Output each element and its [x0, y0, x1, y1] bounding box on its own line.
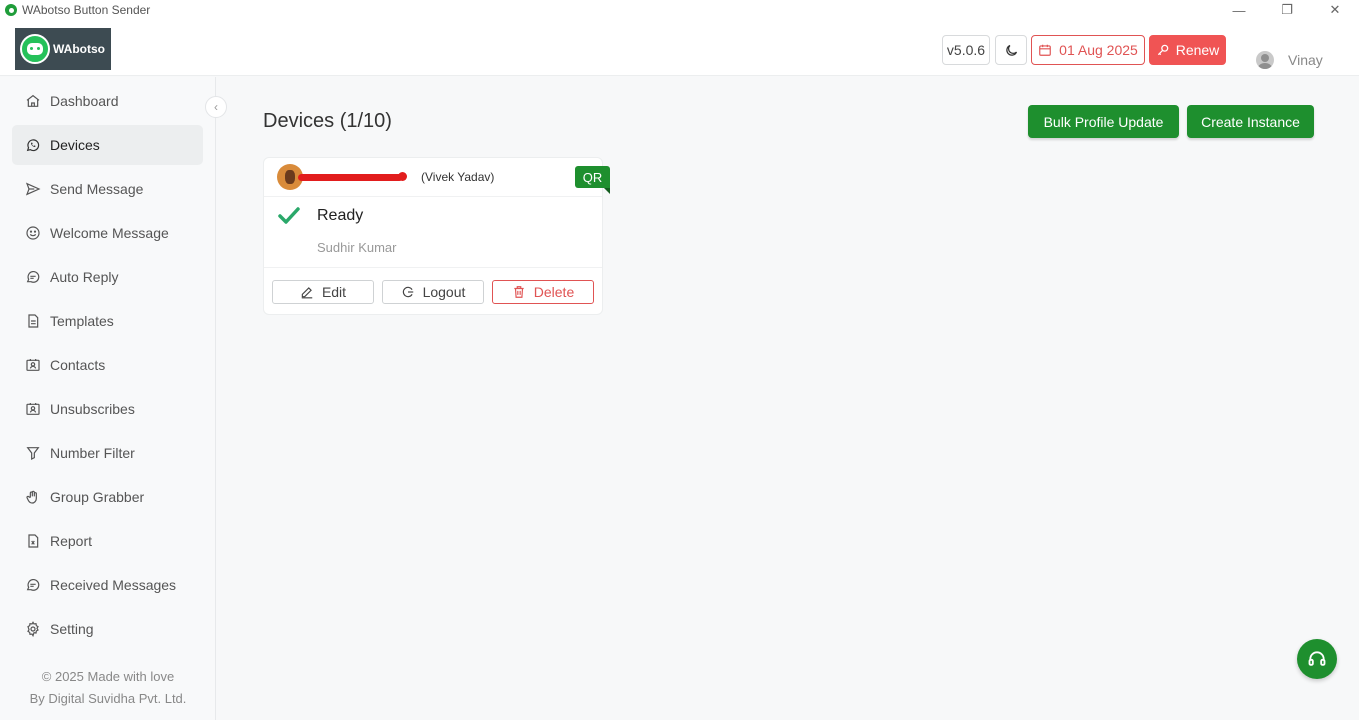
edit-button[interactable]: Edit — [272, 280, 374, 304]
device-owner: Sudhir Kumar — [317, 240, 397, 255]
theme-toggle-button[interactable] — [995, 35, 1027, 65]
sidebar-item-label: Contacts — [50, 357, 106, 373]
sidebar-item-templates[interactable]: Templates — [12, 301, 203, 341]
user-name: Vinay — [1288, 52, 1323, 68]
copyright-text: © 2025 Made with love — [41, 669, 175, 684]
sidebar-item-label: Received Messages — [50, 577, 177, 593]
status-text: Ready — [317, 207, 364, 224]
calendar-icon — [1039, 44, 1052, 56]
user-avatar-icon — [1256, 51, 1274, 69]
send-icon — [24, 180, 42, 198]
smile-icon — [24, 224, 42, 242]
redaction-mark — [298, 172, 407, 181]
trash-icon — [514, 286, 524, 298]
expiry-date-text: 01 Aug 2025 — [1059, 42, 1138, 58]
home-icon — [24, 92, 42, 110]
sidebar-item-auto-reply[interactable]: Auto Reply — [12, 257, 203, 297]
gear-icon — [24, 620, 42, 638]
chevron-left-icon: ‹ — [214, 100, 218, 114]
edit-label: Edit — [321, 284, 347, 300]
sidebar-collapse-button[interactable]: ‹ — [205, 96, 227, 118]
delete-button[interactable]: Delete — [492, 280, 594, 304]
create-instance-button[interactable]: Create Instance — [1187, 105, 1314, 138]
sidebar-item-label: Number Filter — [50, 445, 135, 461]
key-icon — [1157, 44, 1169, 56]
sidebar-item-label: Welcome Message — [50, 225, 169, 241]
sidebar-item-send-message[interactable]: Send Message — [12, 169, 203, 209]
renew-label: Renew — [1175, 42, 1220, 58]
logo-text: WAbotso — [53, 42, 105, 56]
window-title: WAbotso Button Sender — [22, 3, 151, 17]
device-name: (Vivek Yadav) — [421, 170, 495, 184]
sidebar-item-report[interactable]: Report — [12, 521, 203, 561]
renew-button[interactable]: Renew — [1149, 35, 1226, 65]
sidebar-item-label: Unsubscribes — [50, 401, 135, 417]
sidebar-item-label: Dashboard — [50, 93, 119, 109]
device-status: Ready — [277, 206, 363, 226]
sidebar-item-devices[interactable]: Devices — [12, 125, 203, 165]
close-button[interactable]: ✕ — [1311, 0, 1359, 20]
sidebar-item-label: Templates — [50, 313, 114, 329]
version-badge: v5.0.6 — [942, 35, 990, 65]
sidebar-item-setting[interactable]: Setting — [12, 609, 203, 649]
window-titlebar: WAbotso Button Sender — ❐ ✕ — [0, 0, 1359, 20]
document-icon — [24, 312, 42, 330]
restore-button[interactable]: ❐ — [1263, 0, 1311, 20]
logo: WAbotso — [15, 28, 111, 70]
logout-icon — [402, 286, 413, 298]
sidebar-item-label: Send Message — [50, 181, 144, 197]
sidebar-item-label: Auto Reply — [50, 269, 119, 285]
check-icon — [278, 207, 300, 224]
window-controls: — ❐ ✕ — [1215, 0, 1359, 20]
expiry-date-button[interactable]: 01 Aug 2025 — [1031, 35, 1145, 65]
bulk-profile-update-button[interactable]: Bulk Profile Update — [1028, 105, 1179, 138]
sidebar-nav: Dashboard Devices Send Message Welcome M… — [12, 81, 203, 653]
minimize-button[interactable]: — — [1215, 0, 1263, 20]
chat-icon — [24, 268, 42, 286]
sidebar-item-label: Setting — [50, 621, 94, 637]
sidebar-item-contacts[interactable]: Contacts — [12, 345, 203, 385]
device-card-header: (Vivek Yadav) QR — [264, 158, 610, 197]
sidebar-item-received-messages[interactable]: Received Messages — [12, 565, 203, 605]
sidebar-item-welcome-message[interactable]: Welcome Message — [12, 213, 203, 253]
filter-icon — [24, 444, 42, 462]
delete-label: Delete — [533, 284, 575, 300]
sidebar-item-label: Group Grabber — [50, 489, 145, 505]
qr-badge[interactable]: QR — [575, 166, 610, 194]
sidebar: Dashboard Devices Send Message Welcome M… — [0, 77, 216, 720]
app-header: WAbotso v5.0.6 01 Aug 2025 Renew Vinay — [0, 20, 1359, 76]
sidebar-item-number-filter[interactable]: Number Filter — [12, 433, 203, 473]
whatsapp-icon — [24, 136, 42, 154]
device-actions: Edit Logout Delete — [264, 267, 602, 315]
contact-card-icon — [24, 356, 42, 374]
logout-button[interactable]: Logout — [382, 280, 484, 304]
app-icon — [5, 4, 17, 16]
chat-icon — [24, 576, 42, 594]
sidebar-item-label: Report — [50, 533, 93, 549]
company-text: By Digital Suvidha Pvt. Ltd. — [29, 691, 187, 706]
contact-card-icon — [24, 400, 42, 418]
excel-icon — [24, 532, 42, 550]
sidebar-item-group-grabber[interactable]: Group Grabber — [12, 477, 203, 517]
pencil-icon — [301, 287, 313, 299]
logout-label: Logout — [422, 284, 466, 300]
support-button[interactable] — [1297, 639, 1337, 679]
user-menu[interactable]: Vinay — [1256, 51, 1323, 69]
page-title: Devices (1/10) — [263, 110, 392, 132]
sidebar-item-dashboard[interactable]: Dashboard — [12, 81, 203, 121]
robot-logo-icon — [20, 34, 50, 64]
device-card: (Vivek Yadav) QR Ready Sudhir Kumar Edit… — [263, 157, 610, 315]
sidebar-item-label: Devices — [50, 137, 100, 153]
headset-icon — [1308, 651, 1326, 666]
grab-icon — [24, 488, 42, 506]
sidebar-item-unsubscribes[interactable]: Unsubscribes — [12, 389, 203, 429]
moon-icon — [1005, 44, 1017, 56]
